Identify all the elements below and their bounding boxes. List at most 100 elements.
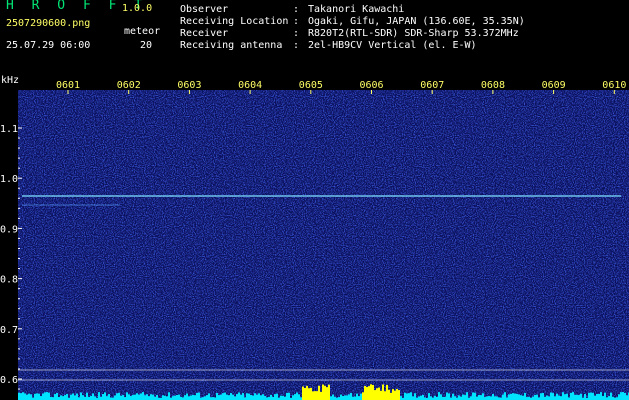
histogram-bar [534, 394, 536, 400]
histogram-bar [622, 392, 624, 400]
histogram-bar [280, 395, 282, 400]
y-tick-label: 0.7 [0, 325, 18, 336]
histogram-bar [34, 393, 36, 400]
histogram-bar [590, 392, 592, 400]
histogram-bar [172, 396, 174, 400]
histogram-bar [20, 393, 22, 400]
histogram-bar [414, 393, 416, 400]
histogram-bar [458, 395, 460, 400]
histogram-bar [262, 394, 264, 400]
histogram-bar [358, 396, 360, 400]
histogram-bar [578, 395, 580, 400]
histogram-bar [394, 390, 396, 400]
histogram-bar [588, 392, 590, 400]
histogram-bar [24, 393, 26, 400]
x-tick-label: 0603 [177, 80, 201, 91]
histogram-bar [176, 394, 178, 400]
histogram-bar [558, 395, 560, 400]
histogram-bar [600, 392, 602, 400]
histogram-bar [36, 393, 38, 400]
histogram-bar [228, 395, 230, 400]
histogram-bar [384, 391, 386, 400]
meta-key-receiver: Receiver [180, 28, 229, 39]
histogram-bar [288, 392, 290, 400]
histogram-bar [514, 393, 516, 400]
histogram-bar [348, 394, 350, 400]
histogram-bar [64, 395, 66, 400]
histogram-bar [138, 394, 140, 400]
histogram-bar [440, 394, 442, 400]
histogram-bar [536, 394, 538, 400]
histogram-bar [570, 392, 572, 400]
histogram-bar [380, 390, 382, 400]
histogram-bar [624, 392, 626, 400]
histogram-bar [420, 395, 422, 400]
histogram-bar [376, 388, 378, 400]
histogram-bar [390, 392, 392, 400]
histogram-bar [308, 388, 310, 400]
histogram-bar [72, 393, 74, 400]
meta-colon: : [293, 4, 300, 15]
histogram-bar [604, 392, 606, 400]
histogram-bar [198, 392, 200, 400]
histogram-bar [192, 394, 194, 400]
histogram-bar [366, 387, 368, 400]
y-tick-label: 1.0 [0, 174, 18, 185]
histogram-bar [48, 392, 50, 400]
histogram-bar [542, 392, 544, 400]
histogram-bar [320, 391, 322, 400]
histogram-bar [520, 395, 522, 400]
histogram-bar [174, 395, 176, 400]
histogram-bar [368, 386, 370, 400]
histogram-bar [108, 394, 110, 400]
histogram-bar [218, 395, 220, 400]
histogram-bar [252, 395, 254, 400]
histogram-bar [276, 393, 278, 400]
histogram-bar [292, 395, 294, 400]
histogram-bar [412, 396, 414, 400]
meteor-label: meteor [124, 26, 161, 37]
histogram-bar [372, 385, 374, 400]
histogram-bar [106, 396, 108, 400]
histogram-bar [476, 396, 478, 400]
histogram-bar [422, 394, 424, 400]
histogram-bar [270, 394, 272, 400]
histogram-bar [592, 392, 594, 400]
histogram-bar [156, 395, 158, 400]
header: H R O F F T 1.0.0 2507290600.png 25.07.2… [0, 0, 629, 72]
x-tick-label: 0606 [360, 80, 384, 91]
x-tick-label: 0609 [542, 80, 566, 91]
histogram-bar [492, 393, 494, 400]
histogram-bar [362, 392, 364, 400]
histogram-bar [164, 395, 166, 400]
timestamp: 25.07.29 06:00 [6, 40, 91, 51]
histogram-bar [518, 394, 520, 400]
histogram-bar [602, 396, 604, 400]
histogram-bar [454, 396, 456, 400]
meta-colon: : [293, 40, 300, 51]
meta-value-observer: Takanori Kawachi [308, 4, 405, 15]
histogram-bar [516, 393, 518, 400]
histogram-bar [596, 394, 598, 400]
histogram-bar [162, 395, 164, 400]
histogram-bar [594, 395, 596, 400]
histogram-bar [314, 391, 316, 400]
histogram-bar [80, 392, 82, 400]
histogram-bar [196, 392, 198, 400]
meta-value-location: Ogaki, Gifu, JAPAN (136.60E, 35.35N) [308, 16, 525, 27]
histogram-bar [556, 393, 558, 400]
histogram-bar [584, 394, 586, 400]
histogram-bar [406, 393, 408, 400]
histogram-bar [294, 394, 296, 400]
y-tick-label: 0.8 [0, 275, 18, 286]
histogram-bar [562, 392, 564, 400]
histogram-bar [150, 394, 152, 400]
histogram-bar [508, 394, 510, 400]
histogram-bar [344, 395, 346, 400]
histogram-bar [310, 387, 312, 400]
histogram-bar [324, 385, 326, 400]
histogram-bar [62, 396, 64, 400]
histogram-bar [378, 387, 380, 400]
histogram-bar [208, 393, 210, 400]
histogram-bar [328, 384, 330, 400]
